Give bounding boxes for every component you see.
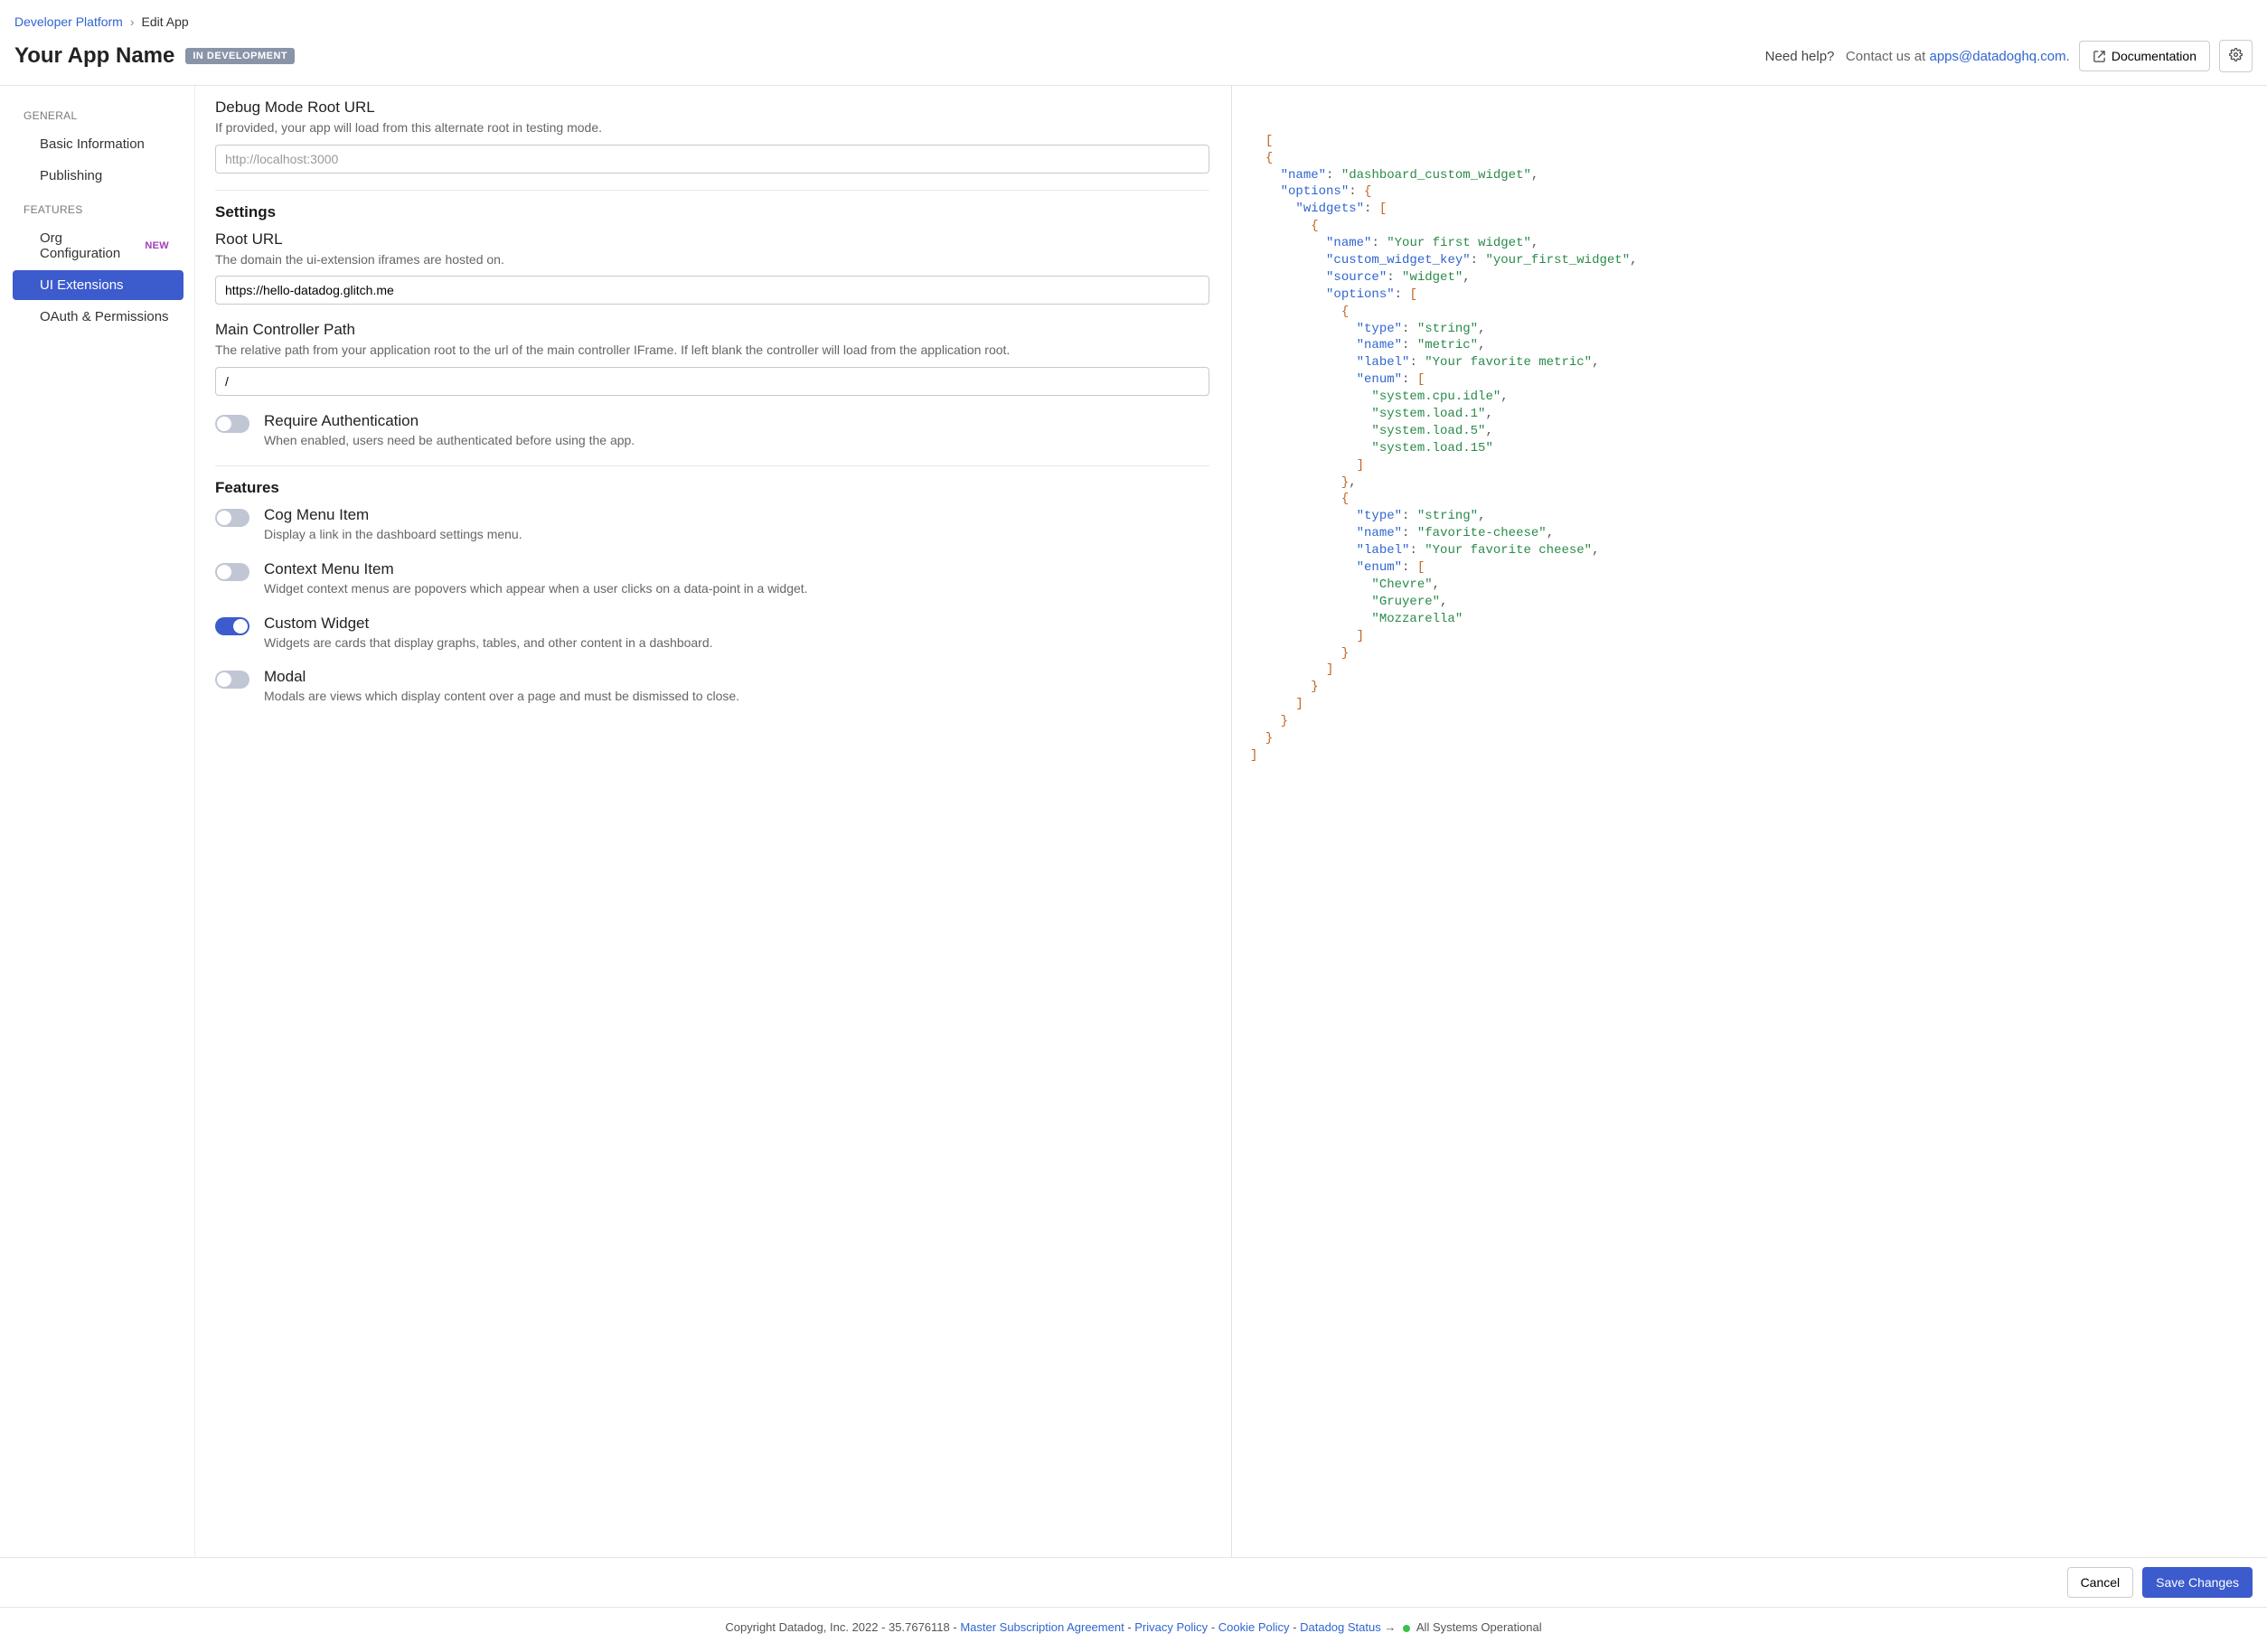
settings-button[interactable] [2219, 40, 2253, 72]
status-badge-in-development: IN DEVELOPMENT [185, 48, 295, 64]
sidebar-section-general: GENERAL [0, 99, 194, 127]
breadcrumb-developer-platform[interactable]: Developer Platform [14, 14, 123, 29]
root-url-input[interactable] [215, 276, 1209, 305]
status-dot-icon [1403, 1625, 1410, 1632]
debug-root-url-input[interactable] [215, 145, 1209, 174]
titlebar: Your App Name IN DEVELOPMENT Need help? … [0, 36, 2267, 86]
settings-heading: Settings [215, 203, 1209, 221]
external-link-icon [2093, 50, 2106, 63]
sidebar-item-publishing[interactable]: Publishing [13, 161, 183, 191]
field-debug-root-url: Debug Mode Root URL If provided, your ap… [215, 99, 1209, 174]
toggle-context-menu-item: Context Menu Item Widget context menus a… [215, 560, 1209, 598]
custom-widget-toggle[interactable] [215, 617, 249, 635]
toggle-cog-menu-item: Cog Menu Item Display a link in the dash… [215, 506, 1209, 544]
main-controller-path-input[interactable] [215, 367, 1209, 396]
modal-toggle[interactable] [215, 671, 249, 689]
app-name: Your App Name [14, 43, 174, 69]
divider [215, 465, 1209, 466]
sidebar-item-oauth-permissions[interactable]: OAuth & Permissions [13, 302, 183, 332]
sidebar-section-features: FEATURES [0, 192, 194, 221]
breadcrumb-current: Edit App [142, 14, 189, 29]
toggle-custom-widget: Custom Widget Widgets are cards that dis… [215, 615, 1209, 652]
cancel-button[interactable]: Cancel [2067, 1567, 2134, 1598]
field-root-url: Root URL The domain the ui-extension ifr… [215, 230, 1209, 305]
json-preview-pane[interactable]: [ { "name": "dashboard_custom_widget", "… [1231, 86, 2267, 1557]
context-menu-item-toggle[interactable] [215, 563, 249, 581]
divider [215, 190, 1209, 191]
new-badge: NEW [145, 240, 169, 251]
footer-link-status[interactable]: Datadog Status [1300, 1620, 1381, 1634]
toggle-require-authentication: Require Authentication When enabled, use… [215, 412, 1209, 450]
features-heading: Features [215, 479, 1209, 497]
footer-link-privacy[interactable]: Privacy Policy [1134, 1620, 1208, 1634]
gear-icon [2229, 48, 2243, 64]
scrollbar[interactable] [1231, 91, 1232, 1530]
form-pane: Debug Mode Root URL If provided, your ap… [195, 86, 1231, 1557]
require-authentication-toggle[interactable] [215, 415, 249, 433]
sidebar: GENERAL Basic Information Publishing FEA… [0, 86, 195, 1557]
cog-menu-item-toggle[interactable] [215, 509, 249, 527]
sidebar-item-ui-extensions[interactable]: UI Extensions [13, 270, 183, 300]
footer-link-msa[interactable]: Master Subscription Agreement [960, 1620, 1124, 1634]
breadcrumb: Developer Platform › Edit App [0, 0, 2267, 36]
footer: Copyright Datadog, Inc. 2022 - 35.767611… [0, 1607, 2267, 1647]
contact-email-link[interactable]: apps@datadoghq.com [1929, 49, 2065, 64]
action-bar: Cancel Save Changes [0, 1557, 2267, 1607]
save-changes-button[interactable]: Save Changes [2142, 1567, 2253, 1598]
field-main-controller-path: Main Controller Path The relative path f… [215, 321, 1209, 396]
chevron-right-icon: › [130, 14, 135, 29]
footer-link-cookie[interactable]: Cookie Policy [1218, 1620, 1290, 1634]
toggle-modal: Modal Modals are views which display con… [215, 668, 1209, 706]
sidebar-item-basic-information[interactable]: Basic Information [13, 129, 183, 159]
sidebar-item-org-configuration[interactable]: Org Configuration NEW [13, 223, 183, 268]
help-text: Need help? Contact us at apps@datadoghq.… [1765, 49, 2070, 64]
documentation-button[interactable]: Documentation [2079, 41, 2210, 71]
